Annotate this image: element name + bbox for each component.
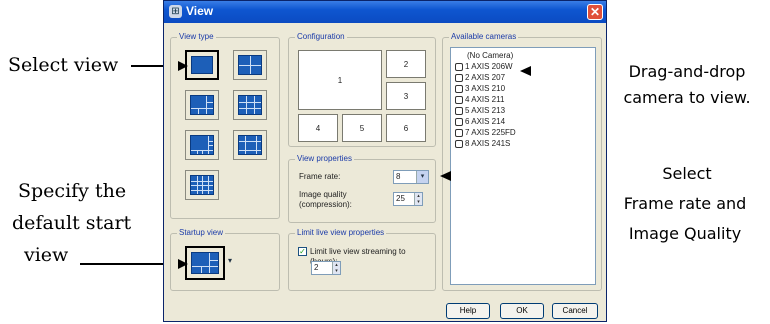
arrowheads-overlay <box>178 61 531 269</box>
frame-rate-arrowhead <box>440 171 451 181</box>
select-view-arrowhead <box>178 61 188 71</box>
start-view-arrowhead <box>178 259 188 269</box>
drag-drop-arrowhead <box>520 66 531 76</box>
